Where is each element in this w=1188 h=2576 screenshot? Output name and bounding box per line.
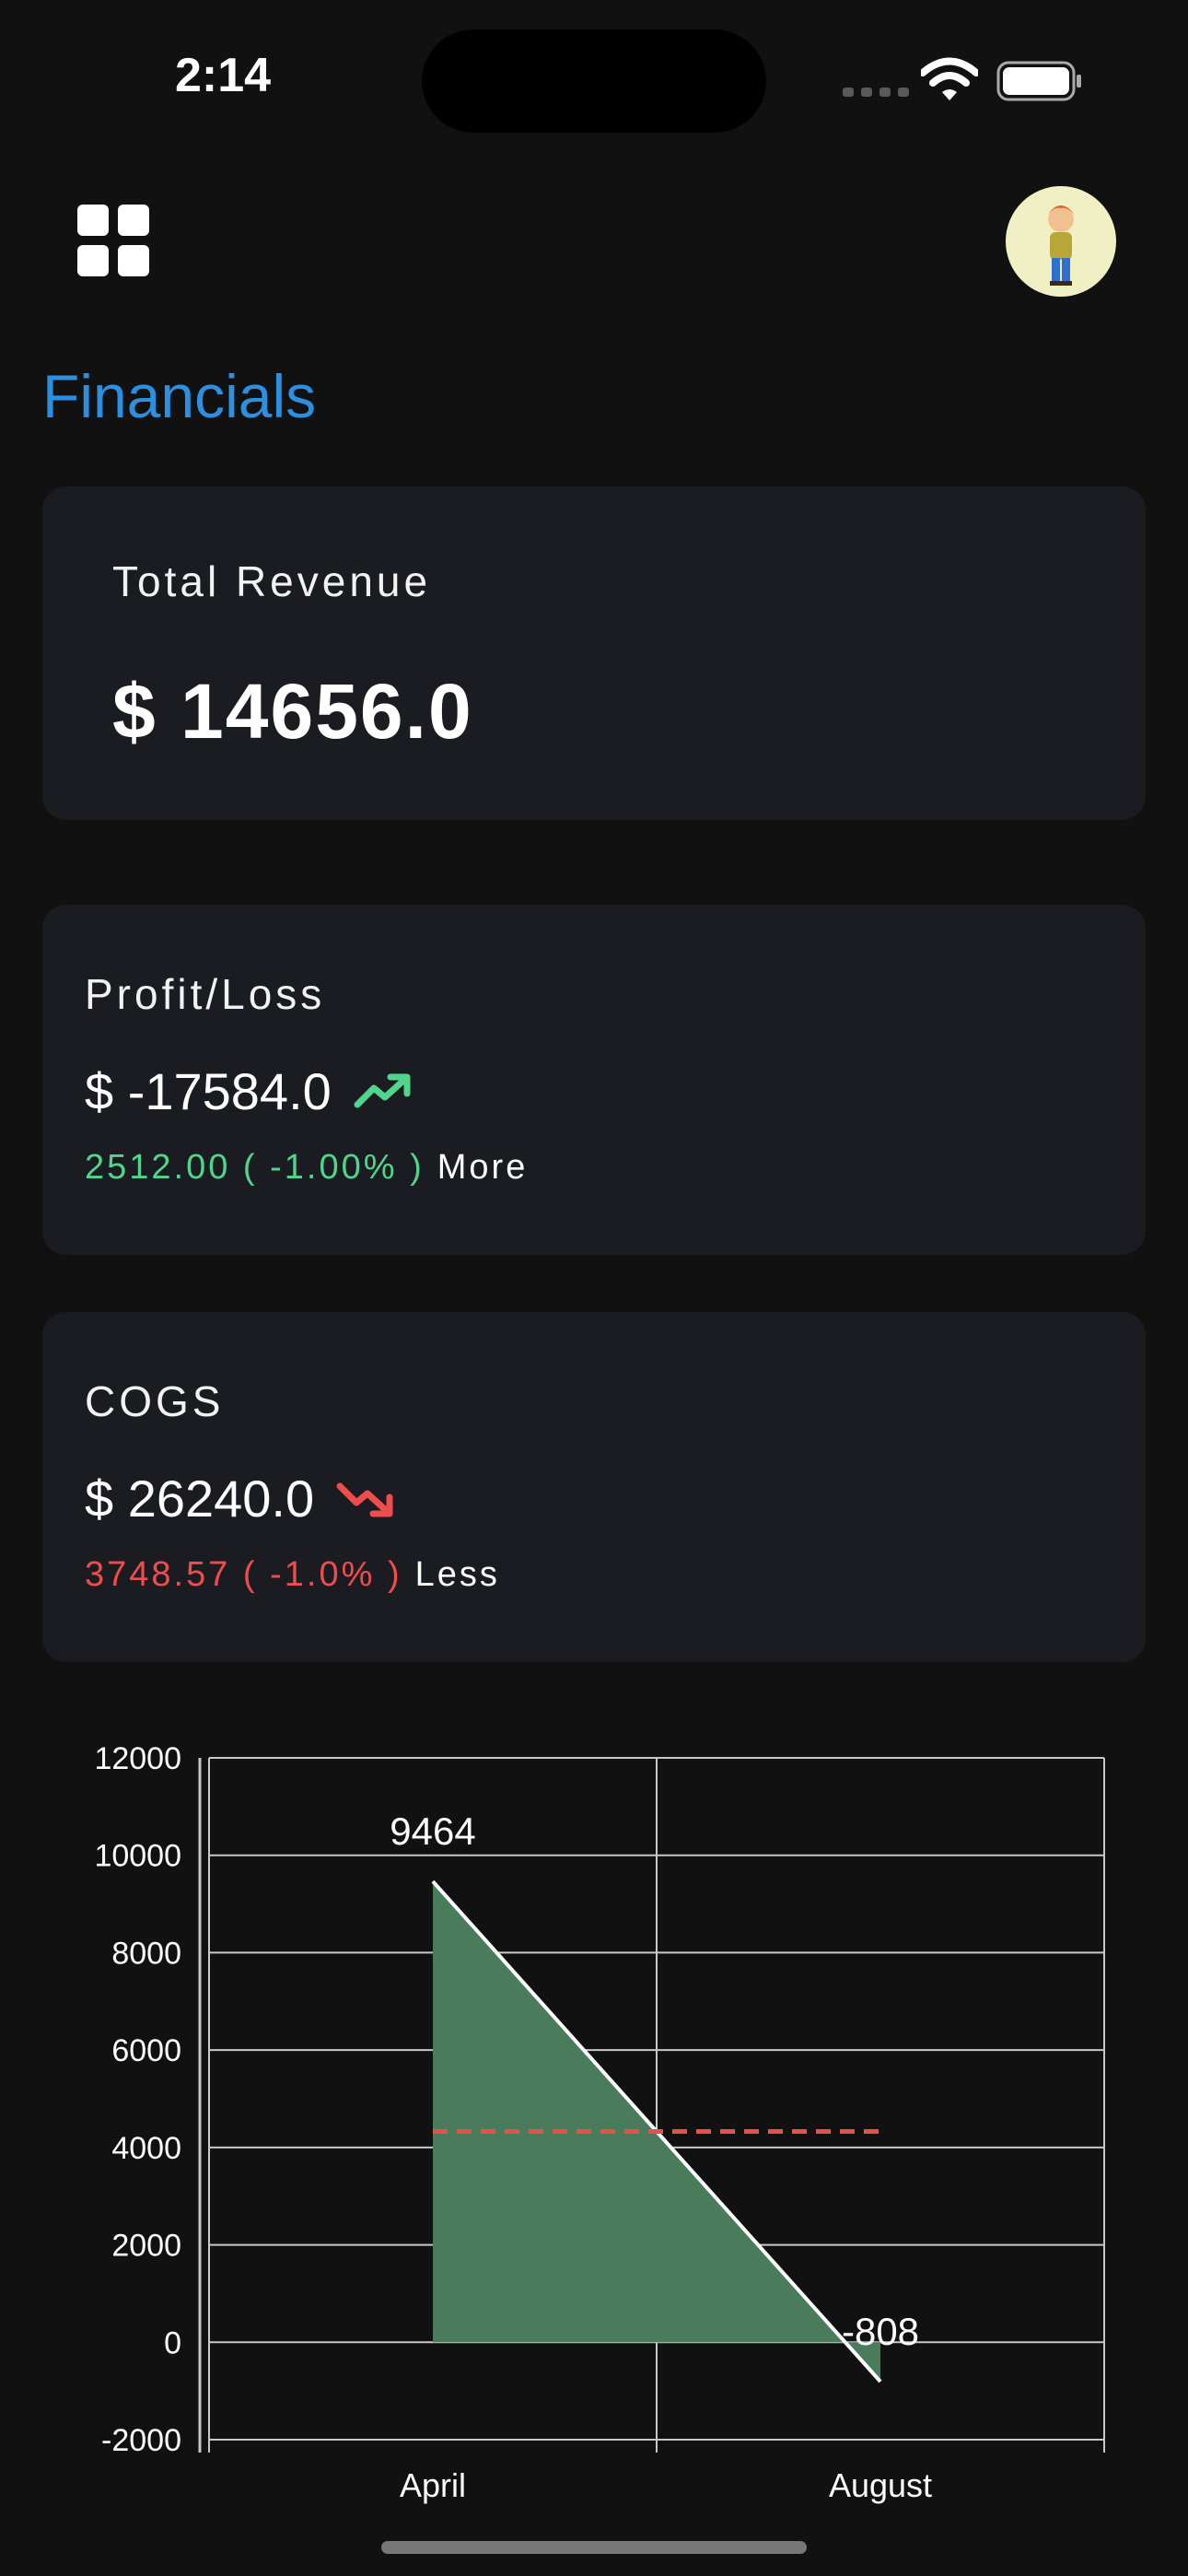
user-avatar-icon: [1048, 205, 1074, 286]
cellular-signal-icon: [843, 88, 909, 97]
x-tick-label: April: [400, 2466, 466, 2504]
avatar[interactable]: [1006, 186, 1116, 297]
cogs-card[interactable]: COGS $ 26240.0 3748.57 ( -1.0% ) Less: [42, 1312, 1146, 1662]
cogs-value-row: $ 26240.0: [85, 1469, 393, 1528]
profit-more-link[interactable]: More: [437, 1148, 529, 1187]
y-tick-label: 0: [164, 2325, 181, 2360]
battery-icon: [996, 61, 1081, 101]
total-revenue-card: [42, 486, 1146, 820]
profit-change: 2512.00 ( -1.00% ): [85, 1148, 425, 1187]
y-tick-label: 4000: [111, 2131, 181, 2166]
cogs-value: $ 26240.0: [85, 1469, 315, 1528]
cogs-change: 3748.57 ( -1.0% ): [85, 1555, 402, 1594]
data-label: -808: [842, 2310, 919, 2353]
dynamic-island: [422, 29, 766, 133]
y-tick-label: 2000: [111, 2229, 181, 2264]
profit-value-row: $ -17584.0: [85, 1061, 411, 1121]
revenue-label: Total Revenue: [112, 557, 432, 605]
profit-label: Profit/Loss: [85, 970, 326, 1018]
revenue-value: $ 14656.0: [112, 668, 473, 755]
y-tick-label: 6000: [111, 2033, 181, 2068]
profit-chart: -2000 0 2000 4000 6000 8000 10000 12000 9464 -808…: [94, 1741, 1105, 2504]
wifi-icon: [921, 57, 978, 100]
grid-menu-icon[interactable]: [77, 205, 151, 278]
cogs-change-row: 3748.57 ( -1.0% ) Less: [85, 1555, 500, 1595]
cogs-less-link[interactable]: Less: [415, 1555, 500, 1594]
x-tick-label: August: [829, 2466, 932, 2504]
status-time: 2:14: [175, 49, 272, 102]
home-indicator[interactable]: [381, 2541, 807, 2554]
y-tick-label: 12000: [94, 1741, 181, 1776]
trending-down-icon: [336, 1482, 393, 1516]
cogs-label: COGS: [85, 1377, 225, 1425]
y-tick-label: -2000: [101, 2423, 181, 2458]
profit-change-row: 2512.00 ( -1.00% ) More: [85, 1148, 528, 1188]
data-label: 9464: [390, 1809, 475, 1853]
trending-up-icon: [354, 1073, 411, 1107]
page-title: Financials: [42, 362, 317, 430]
y-tick-label: 8000: [111, 1936, 181, 1971]
profit-value: $ -17584.0: [85, 1062, 332, 1120]
profit-loss-card[interactable]: Profit/Loss $ -17584.0 2512.00 ( -1.00% …: [42, 905, 1146, 1255]
y-tick-label: 10000: [94, 1839, 181, 1874]
